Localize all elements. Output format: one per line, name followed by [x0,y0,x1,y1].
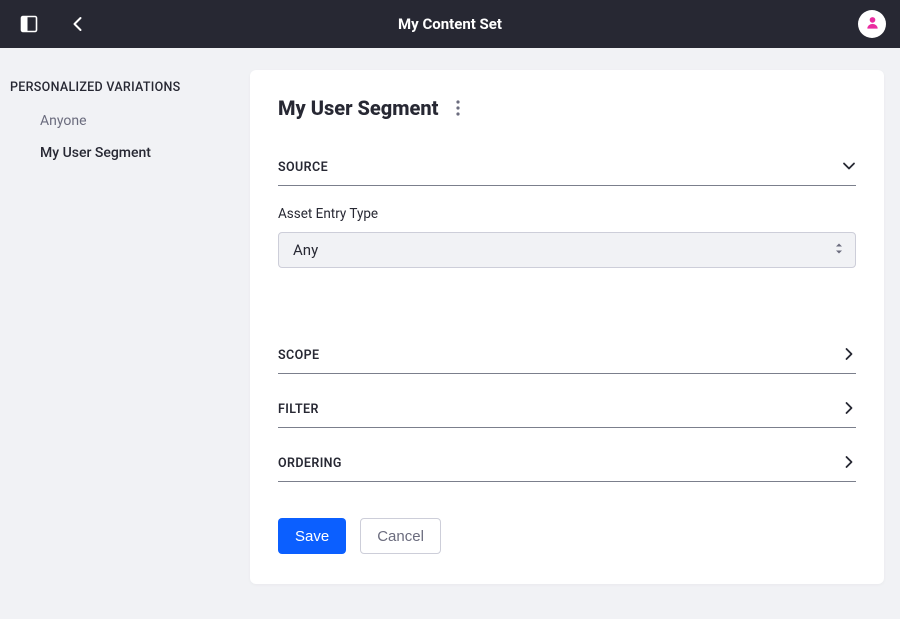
section-filter-header[interactable]: FILTER [278,392,856,428]
asset-entry-type-select[interactable]: Any [278,232,856,268]
sidebar-item-label: My User Segment [40,145,151,161]
section-ordering-header[interactable]: ORDERING [278,446,856,482]
section-scope-header[interactable]: SCOPE [278,338,856,374]
main-card: My User Segment SOURCE As [250,70,884,584]
panel-icon [20,15,38,33]
section-source-body: Asset Entry Type Any [278,186,856,308]
save-button[interactable]: Save [278,518,346,554]
topbar: My Content Set [0,0,900,48]
asset-entry-type-select-wrap: Any [278,232,856,268]
asset-entry-type-label: Asset Entry Type [278,206,856,222]
workspace: PERSONALIZED VARIATIONS Anyone My User S… [0,48,900,619]
kebab-icon [456,100,460,116]
avatar[interactable] [858,10,886,38]
section-label: SCOPE [278,348,320,363]
card-header: My User Segment [278,96,856,120]
user-icon [865,15,880,34]
section-label: SOURCE [278,160,328,175]
chevron-left-icon [70,16,86,32]
back-button[interactable] [66,12,90,36]
panel-toggle-button[interactable] [16,11,42,37]
sidebar-item-my-user-segment[interactable]: My User Segment [10,137,250,169]
topbar-left [16,11,90,37]
section-label: FILTER [278,402,319,417]
sidebar-item-label: Anyone [40,113,87,129]
chevron-down-icon [842,158,856,177]
form-actions: Save Cancel [278,518,856,554]
section-source-header[interactable]: SOURCE [278,150,856,186]
chevron-right-icon [842,400,856,419]
cancel-button[interactable]: Cancel [360,518,441,554]
page-title: My Content Set [0,15,900,33]
card-title: My User Segment [278,96,438,120]
asset-entry-type-value: Any [293,241,318,259]
sidebar-item-anyone[interactable]: Anyone [10,105,250,137]
sidebar-heading: PERSONALIZED VARIATIONS [10,72,250,105]
section-label: ORDERING [278,456,342,471]
sidebar: PERSONALIZED VARIATIONS Anyone My User S… [0,48,250,619]
more-actions-button[interactable] [452,96,464,120]
chevron-right-icon [842,454,856,473]
chevron-right-icon [842,346,856,365]
